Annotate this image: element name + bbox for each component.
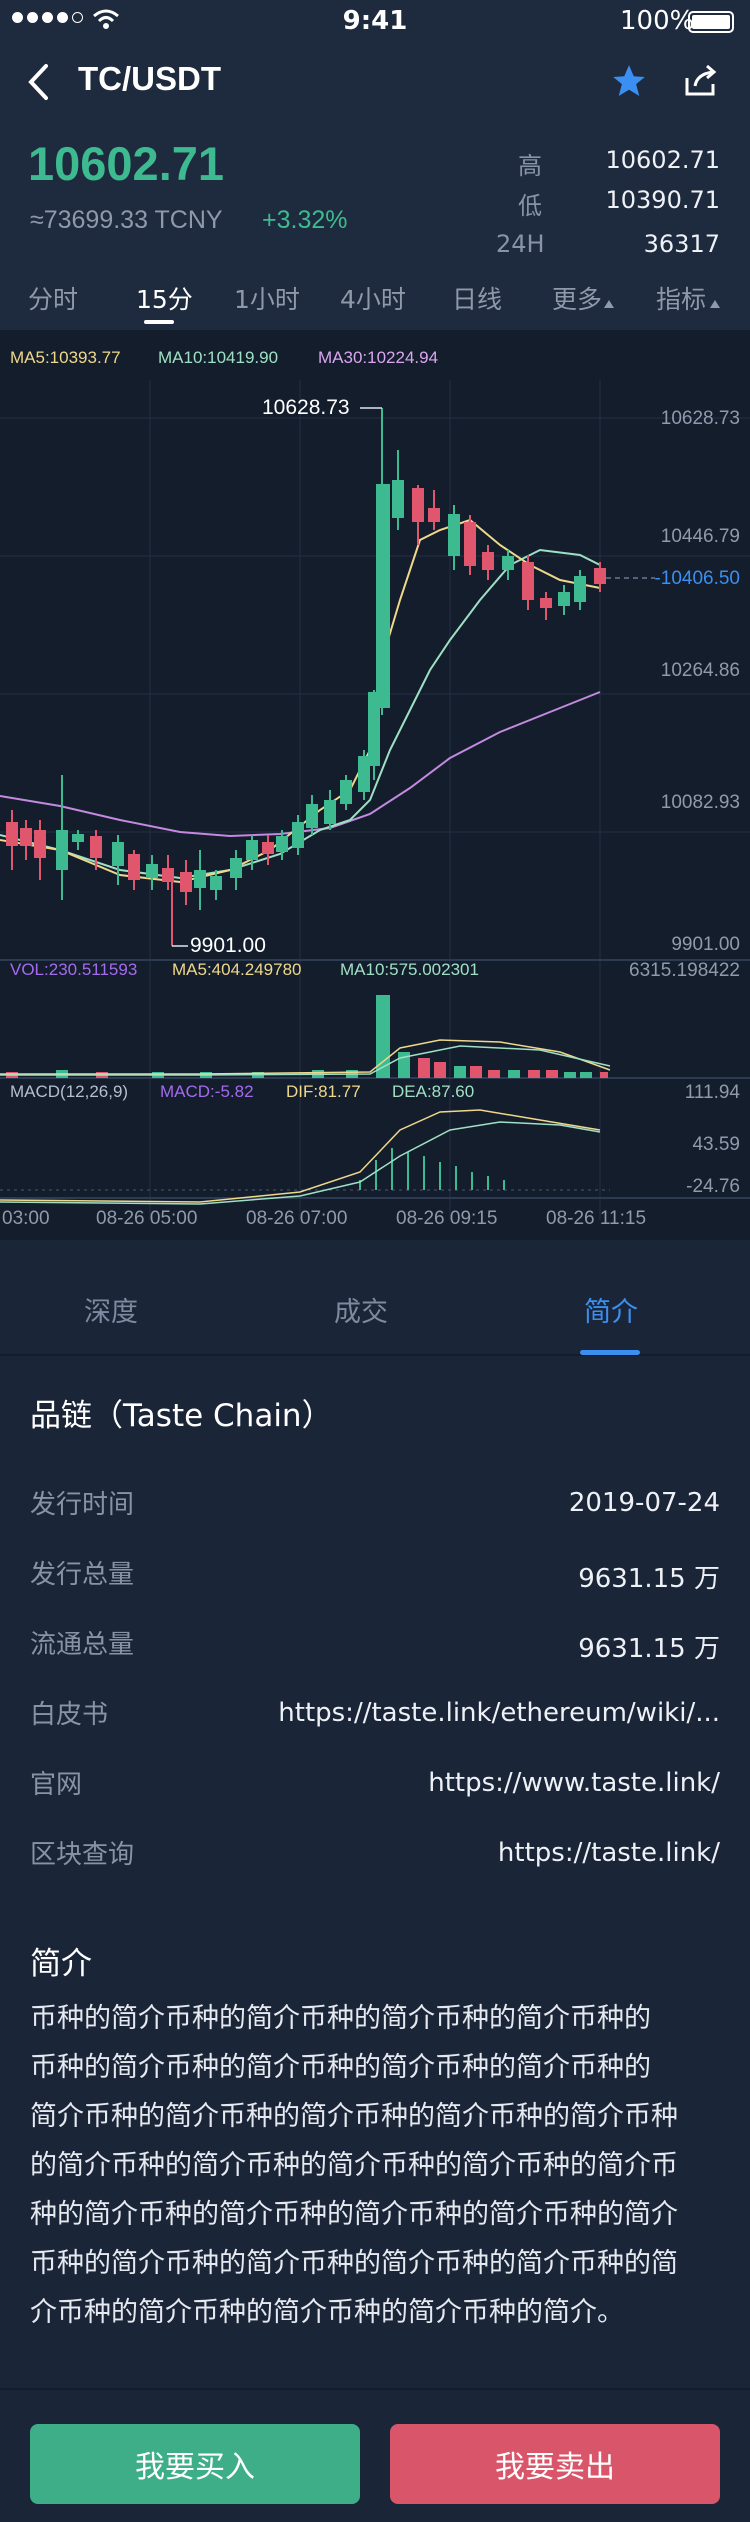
volume-label: VOL:230.511593: [10, 960, 138, 979]
whitepaper-link[interactable]: https://taste.link/ethereum/wiki/...: [250, 1698, 720, 1728]
price-axis-label: 10082.93: [660, 792, 740, 813]
tab-intro-underline: [580, 1350, 640, 1355]
macd-axis-label: 111.94: [684, 1082, 740, 1103]
cny-price: ≈73699.33 TCNY: [30, 206, 223, 234]
high-value: 10602.71: [605, 146, 720, 174]
volume-24h-value: 36317: [643, 230, 720, 258]
tab-more[interactable]: 更多: [552, 280, 602, 316]
tab-indicators[interactable]: 指标: [656, 280, 706, 316]
info-tabs: 深度 成交 简介: [0, 1240, 750, 1356]
time-axis-label: 08-26 09:15: [396, 1208, 498, 1229]
info-row-value: 9631.15 万: [578, 1634, 720, 1664]
token-info: 品链（Taste Chain） 发行时间 2019-07-24 发行总量 963…: [0, 1358, 750, 2388]
candles: [6, 407, 606, 947]
trade-bar: 我要买入 我要卖出: [0, 2388, 750, 2522]
low-label: 低: [518, 192, 542, 220]
tab-trades[interactable]: 成交: [250, 1290, 472, 1329]
info-row-label: 白皮书: [30, 1700, 109, 1730]
volume-ma10-label: MA10:575.002301: [340, 960, 479, 979]
macd-value-label: MACD:-5.82: [160, 1082, 254, 1101]
intro-line: 简介币种的简介币种的简介币种的简介币种的简介币种: [30, 2101, 678, 2132]
macd-histogram: [359, 1148, 505, 1190]
current-price-label: -10406.50: [654, 568, 740, 589]
tab-active-underline: [144, 320, 174, 324]
dea-value-label: DEA:87.60: [392, 1082, 475, 1101]
info-row-label: 区块查询: [30, 1840, 135, 1870]
volume-ma5-label: MA5:404.249780: [172, 960, 302, 979]
star-icon[interactable]: [610, 62, 648, 100]
more-dropdown-icon: [604, 300, 614, 308]
back-arrow-icon[interactable]: [26, 62, 50, 102]
intro-title: 简介: [30, 1946, 92, 1982]
info-row-label: 发行时间: [30, 1490, 135, 1520]
high-marker-label: 10628.73: [262, 396, 350, 419]
tab-daily[interactable]: 日线: [452, 280, 502, 316]
info-row-label: 发行总量: [30, 1560, 135, 1590]
high-label: 高: [518, 152, 542, 180]
time-axis-label: 08-26 11:15: [546, 1208, 647, 1229]
intro-line: 币种的简介币种的简介币种的简介币种的简介币种的: [30, 2052, 651, 2083]
info-row-value: 9631.15 万: [578, 1564, 720, 1594]
buy-button[interactable]: 我要买入: [30, 2424, 360, 2504]
time-axis-label: 03:00: [2, 1208, 50, 1229]
tab-15min[interactable]: 15分: [136, 280, 193, 316]
tab-timeline[interactable]: 分时: [28, 280, 78, 316]
pair-title: TC/USDT: [78, 60, 221, 97]
battery-icon: [688, 11, 734, 33]
intro-text: 币种的简介币种的简介币种的简介币种的简介币种的 币种的简介币种的简介币种的简介币…: [30, 1994, 730, 2337]
battery-text: 100%: [620, 6, 695, 36]
status-bar: 9:41 100%: [0, 0, 750, 44]
info-row-label: 流通总量: [30, 1630, 135, 1660]
info-row-label: 官网: [30, 1770, 83, 1800]
sell-button[interactable]: 我要卖出: [390, 2424, 720, 2504]
volume-max-label: 6315.198422: [629, 960, 740, 981]
explorer-link[interactable]: https://taste.link/: [250, 1838, 720, 1868]
macd-axis-label: 43.59: [692, 1134, 740, 1155]
kline-chart[interactable]: MA5:10393.77 MA10:10419.90 MA30:10224.94: [0, 330, 750, 1240]
last-price: 10602.71: [28, 137, 225, 190]
price-axis-label: 10264.86: [660, 660, 740, 681]
indicators-dropdown-icon: [710, 300, 720, 308]
share-icon[interactable]: [683, 64, 719, 98]
website-link[interactable]: https://www.taste.link/: [250, 1768, 720, 1798]
tab-1hour[interactable]: 1小时: [234, 280, 300, 316]
market-header: TC/USDT 10602.71 ≈73699.33 TCNY +3.32% 高…: [0, 44, 750, 344]
tab-depth[interactable]: 深度: [0, 1290, 222, 1329]
info-row-value: 2019-07-24: [568, 1488, 720, 1518]
volume-24h-label: 24H: [496, 230, 545, 258]
intro-line: 币种的简介币种的简介币种的简介币种的简介币种的: [30, 2003, 651, 2034]
intro-line: 介币种的简介币种的简介币种的简介币种的简介。: [30, 2297, 624, 2328]
time-axis-label: 08-26 05:00: [96, 1208, 198, 1229]
intro-line: 种的简介币种的简介币种的简介币种的简介币种的简介: [30, 2199, 678, 2230]
time-axis-label: 08-26 07:00: [246, 1208, 348, 1229]
macd-axis-label: -24.76: [686, 1176, 740, 1197]
price-axis-label: 10446.79: [660, 526, 740, 547]
low-value: 10390.71: [605, 186, 720, 214]
tab-intro[interactable]: 简介: [500, 1290, 722, 1329]
low-marker-label: 9901.00: [190, 934, 266, 957]
tab-4hour[interactable]: 4小时: [340, 280, 406, 316]
macd-params-label: MACD(12,26,9): [10, 1082, 129, 1101]
intro-line: 的简介币种的简介币种的简介币种的简介币种的简介币: [30, 2150, 678, 2181]
price-axis-label: 9901.00: [671, 934, 740, 955]
token-name: 品链（Taste Chain）: [30, 1398, 333, 1434]
intro-line: 币种的简介币种的简介币种的简介币种的简介币种的简: [30, 2248, 678, 2279]
volume-bars: [6, 995, 608, 1078]
dif-value-label: DIF:81.77: [286, 1082, 361, 1101]
price-axis-label: 10628.73: [660, 408, 740, 429]
change-percent: +3.32%: [262, 206, 348, 234]
